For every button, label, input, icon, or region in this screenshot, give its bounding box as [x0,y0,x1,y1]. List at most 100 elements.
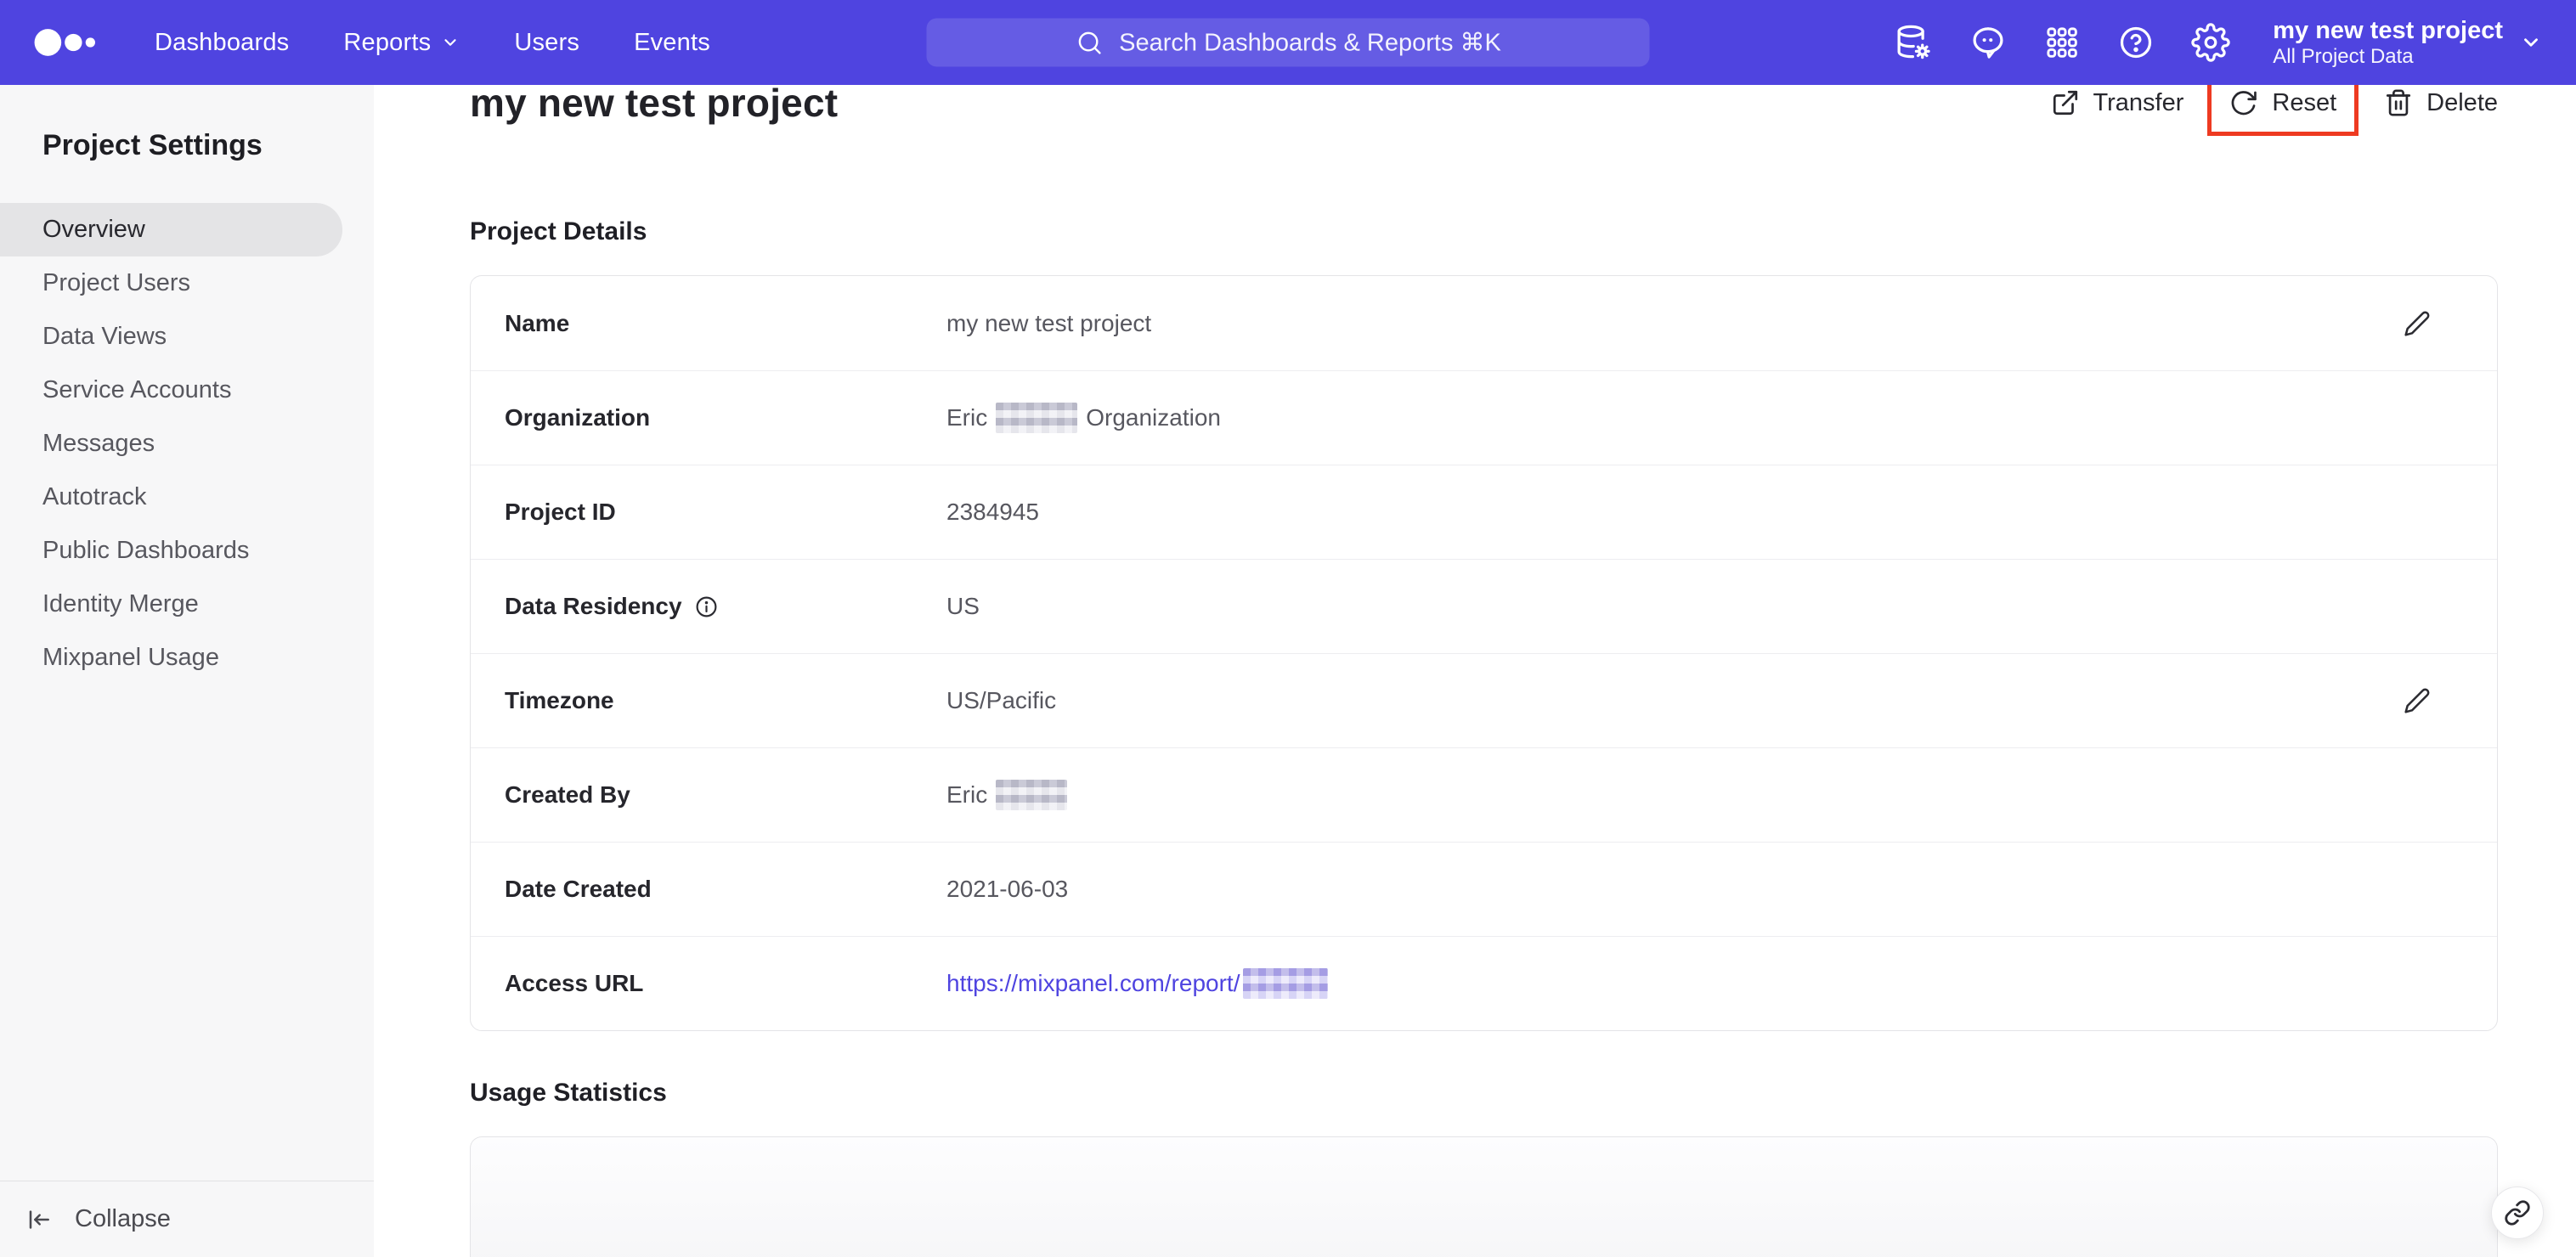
redacted-text [996,403,1078,433]
row-label: Created By [505,781,630,808]
collapse-sidebar-button[interactable]: Collapse [0,1181,374,1257]
trash-icon [2387,89,2411,116]
row-label: Project ID [505,499,616,525]
project-details-heading: Project Details [470,217,647,245]
usage-statistics-heading: Usage Statistics [470,1079,667,1107]
redacted-text [996,780,1068,810]
feedback-button[interactable] [1969,23,2008,62]
link-icon [2505,1200,2530,1226]
main-content: my new test project Transfer Reset Delet… [374,0,2576,1257]
sidebar-item-label: Mixpanel Usage [42,644,219,671]
chevron-down-icon [2524,38,2538,47]
top-navbar: Dashboards Reports Users Events Search D… [0,0,2576,85]
help-button[interactable] [2116,23,2155,62]
database-gear-icon [1897,25,1930,59]
redacted-text [1243,968,1329,999]
project-details-card: Name my new test project Organization Er… [470,275,2498,1031]
project-switcher[interactable]: my new test project All Project Data [2273,16,2542,70]
reset-label: Reset [2272,88,2337,116]
apps-button[interactable] [2043,24,2081,61]
nav-item-label: Events [634,28,710,56]
access-url-link[interactable]: https://mixpanel.com/report/ [946,968,1329,999]
table-row-organization: Organization Eric Organization [471,370,2497,465]
pencil-icon [2404,688,2430,713]
access-url-text: https://mixpanel.com/report/ [946,970,1240,996]
data-residency-info-button[interactable] [694,595,719,619]
sidebar-item-mixpanel-usage[interactable]: Mixpanel Usage [0,631,374,685]
usage-statistics-card [470,1136,2498,1257]
sidebar-item-label: Public Dashboards [42,537,250,564]
reset-button[interactable]: Reset [2229,88,2336,117]
mixpanel-logo[interactable] [34,23,102,62]
row-value: US/Pacific [946,687,1057,713]
row-value: my new test project [946,309,1152,336]
table-row-access-url: Access URL https://mixpanel.com/report/ [471,936,2497,1030]
nav-item-label: Reports [343,28,432,56]
row-label: Organization [505,404,651,431]
collapse-icon [29,1209,49,1229]
nav-item-dashboards[interactable]: Dashboards [155,29,289,57]
row-label: Name [505,309,570,336]
navbar-right: my new test project All Project Data [1894,16,2542,70]
edit-timezone-button[interactable] [2398,682,2436,719]
row-value-prefix: Eric [946,781,988,808]
search-placeholder: Search Dashboards & Reports ⌘K [1119,29,1501,57]
table-row-created-by: Created By Eric [471,747,2497,842]
sidebar-item-public-dashboards[interactable]: Public Dashboards [0,524,374,578]
data-management-button[interactable] [1894,23,1933,62]
table-row-name: Name my new test project [471,276,2497,370]
sidebar-item-label: Service Accounts [42,376,232,403]
nav-item-label: Dashboards [155,28,290,56]
row-label: Timezone [505,687,614,713]
sidebar-item-label: Data Views [42,323,167,350]
delete-button[interactable]: Delete [2384,88,2498,117]
sidebar-item-messages[interactable]: Messages [0,417,374,471]
transfer-icon [2053,90,2077,116]
table-row-timezone: Timezone US/Pacific [471,653,2497,747]
transfer-button[interactable]: Transfer [2051,88,2184,117]
row-value: 2021-06-03 [946,876,1069,902]
sidebar-item-label: Identity Merge [42,590,199,617]
apps-grid-icon [2047,27,2078,58]
mixpanel-logo-icon [34,29,96,56]
sidebar-item-autotrack[interactable]: Autotrack [0,471,374,524]
nav-item-users[interactable]: Users [514,29,579,57]
nav-item-events[interactable]: Events [634,29,710,57]
search-input[interactable]: Search Dashboards & Reports ⌘K [926,18,1650,67]
row-label: Data Residency [505,593,682,619]
sidebar-item-service-accounts[interactable]: Service Accounts [0,364,374,417]
nav-item-label: Users [514,28,580,56]
reset-icon [2232,91,2257,116]
sidebar-item-overview[interactable]: Overview [0,203,342,256]
info-icon [696,596,717,617]
project-switcher-text: my new test project All Project Data [2273,16,2503,70]
sidebar-item-label: Overview [42,216,145,243]
row-label: Access URL [505,970,644,996]
help-icon [2121,26,2152,59]
copy-link-button[interactable] [2491,1187,2544,1239]
settings-gear-icon [2191,23,2230,62]
sidebar-title: Project Settings [42,129,263,161]
chat-bubble-icon [1973,27,2003,59]
sidebar-nav: Overview Project Users Data Views Servic… [0,203,374,685]
sidebar-item-project-users[interactable]: Project Users [0,256,374,310]
chevron-down-icon [444,39,456,46]
current-project-scope: All Project Data [2273,44,2414,68]
row-value-prefix: Eric [946,404,988,431]
row-label: Date Created [505,876,652,902]
nav-item-reports[interactable]: Reports [343,29,460,57]
search-icon [1078,31,1101,54]
delete-label: Delete [2426,88,2498,116]
sidebar-item-data-views[interactable]: Data Views [0,310,374,364]
settings-button[interactable] [2191,23,2230,62]
sidebar-item-label: Messages [42,430,155,457]
sidebar-item-identity-merge[interactable]: Identity Merge [0,578,374,631]
transfer-label: Transfer [2093,88,2184,116]
collapse-label: Collapse [75,1205,171,1232]
row-value-suffix: Organization [1086,404,1221,431]
table-row-project-id: Project ID 2384945 [471,465,2497,559]
row-value: 2384945 [946,499,1040,525]
edit-name-button[interactable] [2398,305,2436,342]
row-value: US [946,593,980,619]
pencil-icon [2404,311,2430,336]
